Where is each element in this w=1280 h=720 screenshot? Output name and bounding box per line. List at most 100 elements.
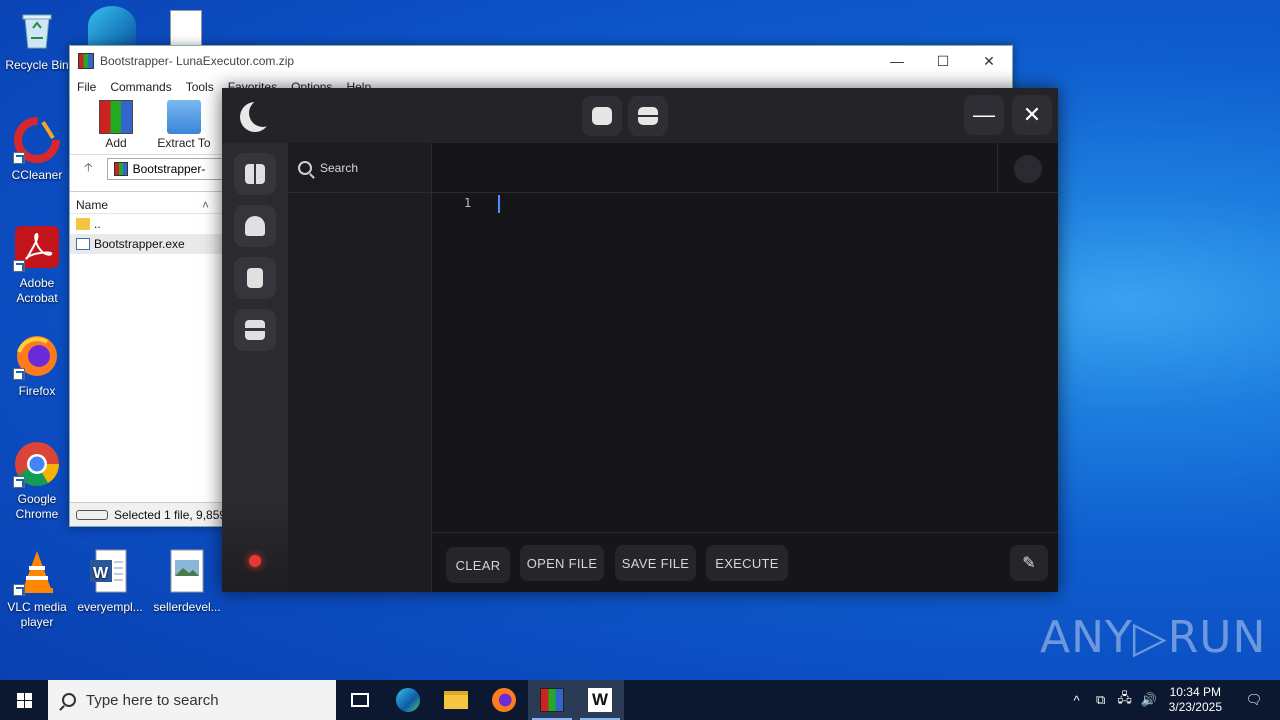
- extract-to-button[interactable]: Extract To: [154, 100, 214, 150]
- edge-icon: [396, 688, 420, 712]
- shortcut-arrow-icon: [13, 368, 25, 380]
- editor-actions-bar: CLEAR OPEN FILE SAVE FILE EXECUTE ✎: [432, 532, 1058, 592]
- taskbar-file-explorer[interactable]: [432, 680, 480, 720]
- document-icon: [247, 268, 263, 288]
- menu-file[interactable]: File: [77, 80, 96, 94]
- open-file-button[interactable]: OPEN FILE: [520, 545, 604, 581]
- task-view-button[interactable]: [336, 680, 384, 720]
- desktop-icon-google-chrome[interactable]: Google Chrome: [0, 440, 74, 522]
- edit-pencil-button[interactable]: ✎: [1010, 545, 1048, 581]
- desktop-icon-recycle-bin[interactable]: Recycle Bin: [0, 6, 74, 73]
- list-item-label: ..: [94, 217, 101, 231]
- desktop-icon-image-file[interactable]: sellerdevel...: [150, 548, 224, 615]
- attach-icon: [592, 107, 612, 125]
- folder-icon: [444, 691, 468, 709]
- list-item[interactable]: ..: [70, 214, 225, 234]
- start-button[interactable]: [0, 680, 48, 720]
- firefox-icon: [492, 688, 516, 712]
- execute-button[interactable]: EXECUTE: [706, 545, 788, 581]
- menu-tools[interactable]: Tools: [186, 80, 214, 94]
- close-button[interactable]: ✕: [966, 46, 1012, 76]
- shortcut-arrow-icon: [13, 152, 25, 164]
- settings-icon: [245, 320, 265, 340]
- add-button[interactable]: Add: [86, 100, 146, 150]
- luna-close-button[interactable]: ✕: [1012, 95, 1052, 135]
- desktop-icon-label: VLC media player: [7, 600, 67, 629]
- sidebar-item-editor[interactable]: [234, 153, 276, 195]
- desktop-icon-firefox[interactable]: Firefox: [0, 332, 74, 399]
- up-arrow-icon[interactable]: 🡡: [84, 158, 93, 179]
- archive-icon: [113, 161, 128, 176]
- clock[interactable]: 10:34 PM 3/23/2025: [1169, 685, 1222, 715]
- desktop-icon-adobe-acrobat[interactable]: Adobe Acrobat: [0, 224, 74, 306]
- save-file-button[interactable]: SAVE FILE: [615, 545, 696, 581]
- vlc-icon: [13, 548, 61, 596]
- minimize-button[interactable]: —: [874, 46, 920, 76]
- sidebar-item-settings[interactable]: [234, 309, 276, 351]
- shortcut-arrow-icon: [13, 584, 25, 596]
- add-tab-button[interactable]: [1014, 155, 1042, 183]
- add-archive-icon: [99, 100, 133, 134]
- desktop-icon-vlc[interactable]: VLC media player: [0, 548, 74, 630]
- folder-icon: [76, 218, 90, 230]
- tab-divider: [997, 143, 998, 193]
- text-cursor: [498, 195, 500, 213]
- luna-executor-window[interactable]: — ✕ Search 1 CLEAR OPEN FILE SAVE FILE E…: [222, 88, 1058, 592]
- winrar-title: Bootstrapper- LunaExecutor.com.zip: [100, 54, 295, 68]
- taskbar: Type here to search W ^ ⧉ 🖧 🔊 10:34 PM 3…: [0, 680, 1280, 720]
- moon-logo-icon: [240, 99, 277, 132]
- file-desktop-icon[interactable]: [170, 10, 202, 46]
- column-name-label: Name: [76, 198, 109, 212]
- clock-date: 3/23/2025: [1168, 700, 1222, 714]
- recycle-bin-icon: [13, 6, 61, 54]
- path-text: Bootstrapper-: [132, 161, 206, 176]
- adobe-acrobat-icon: [13, 224, 61, 272]
- luna-minimize-button[interactable]: —: [964, 95, 1004, 135]
- desktop-icon-label: Firefox: [18, 384, 56, 398]
- sort-chevron-icon: ˄: [201, 198, 209, 212]
- luna-sidebar: [222, 143, 288, 592]
- clear-button[interactable]: CLEAR: [446, 547, 510, 583]
- exe-file-icon: [76, 238, 90, 250]
- maximize-button[interactable]: ☐: [920, 46, 966, 76]
- edge-desktop-icon[interactable]: [88, 6, 136, 46]
- chevron-up-icon[interactable]: ^: [1065, 693, 1089, 708]
- sidebar-item-scripts[interactable]: [234, 257, 276, 299]
- desktop-icon-ccleaner[interactable]: CCleaner: [0, 116, 74, 183]
- taskbar-search-placeholder: Type here to search: [86, 691, 219, 709]
- luna-titlebar[interactable]: — ✕: [222, 88, 1058, 143]
- word-document-icon: W: [86, 548, 134, 596]
- desktop-icon-label: Recycle Bin: [5, 58, 69, 72]
- anyrun-watermark: ANY▷RUN: [1040, 612, 1267, 663]
- editor-tabbar: [432, 143, 1058, 193]
- panel-icon: [638, 107, 658, 125]
- network-monitor-icon[interactable]: ⧉: [1089, 692, 1113, 708]
- taskbar-winrar[interactable]: [528, 680, 576, 720]
- volume-icon[interactable]: 🔊: [1137, 692, 1161, 708]
- path-field[interactable]: Bootstrapper-: [106, 157, 227, 180]
- shortcut-arrow-icon: [13, 476, 25, 488]
- system-tray: ^ ⧉ 🖧 🔊 10:34 PM 3/23/2025 🗨: [1065, 680, 1280, 720]
- toggle-panel-button[interactable]: [628, 96, 668, 136]
- taskbar-edge[interactable]: [384, 680, 432, 720]
- script-list-panel: Search: [288, 143, 432, 592]
- code-editor[interactable]: 1 CLEAR OPEN FILE SAVE FILE EXECUTE ✎: [432, 143, 1058, 592]
- attach-button[interactable]: [582, 96, 622, 136]
- column-name-header[interactable]: Name ˄: [70, 192, 225, 214]
- notification-icon[interactable]: 🗨: [1242, 692, 1266, 708]
- file-list: Name ˄ .. Bootstrapper.exe: [70, 191, 225, 503]
- taskbar-firefox[interactable]: [480, 680, 528, 720]
- winrar-statusbar: Selected 1 file, 9,859,: [70, 502, 225, 526]
- image-file-icon: [163, 548, 211, 596]
- search-input[interactable]: Search: [288, 143, 431, 193]
- add-label: Add: [105, 136, 127, 150]
- taskbar-luna-executor[interactable]: W: [576, 680, 624, 720]
- desktop-icon-label: CCleaner: [11, 168, 63, 182]
- list-item[interactable]: Bootstrapper.exe: [70, 234, 225, 254]
- menu-commands[interactable]: Commands: [110, 80, 171, 94]
- taskbar-search-box[interactable]: Type here to search: [48, 680, 336, 720]
- sidebar-item-scripthub[interactable]: [234, 205, 276, 247]
- network-icon[interactable]: 🖧: [1113, 689, 1137, 711]
- winrar-titlebar[interactable]: Bootstrapper- LunaExecutor.com.zip — ☐ ✕: [70, 46, 1012, 76]
- desktop-icon-word-doc[interactable]: W everyempl...: [73, 548, 147, 615]
